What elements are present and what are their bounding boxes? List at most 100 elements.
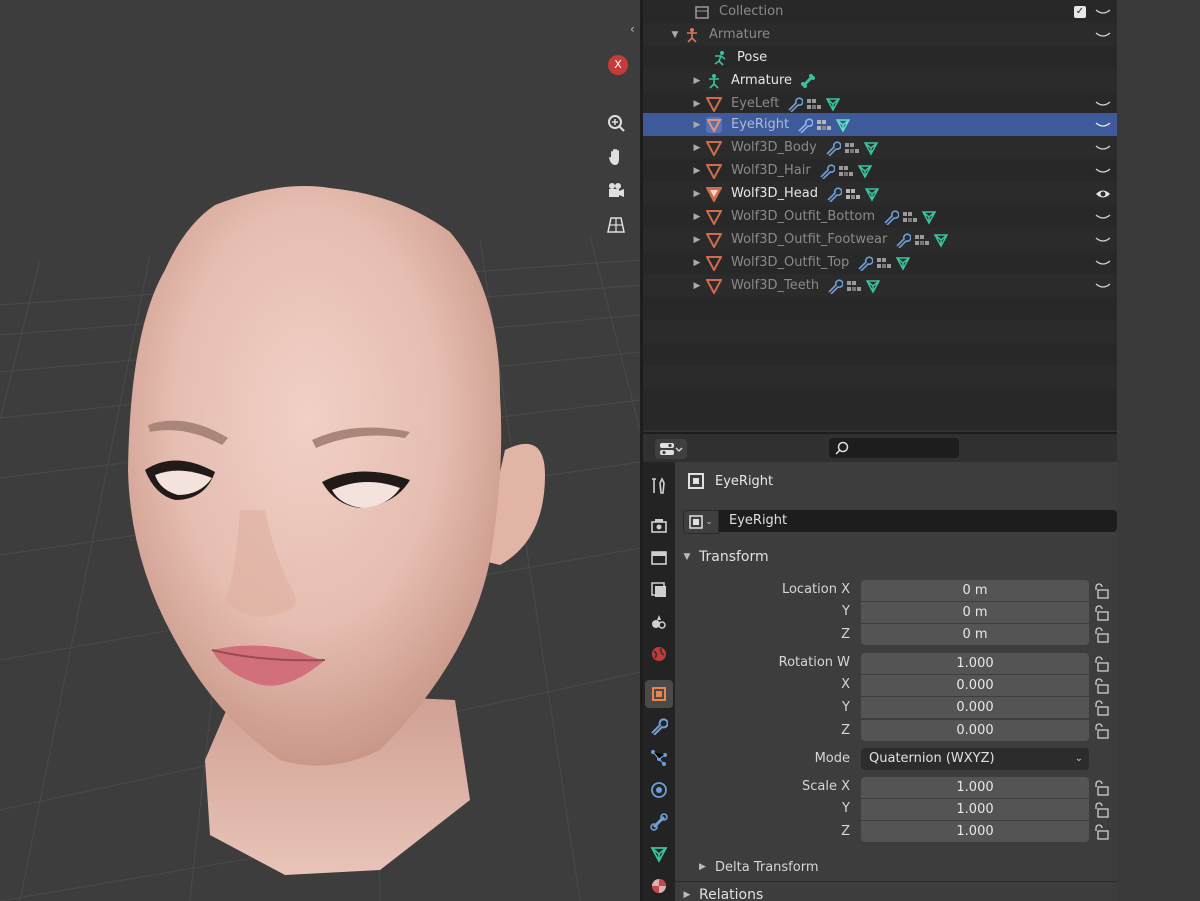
wrench-icon[interactable] [797,117,814,133]
outliner-row-wolf3d-head[interactable]: ▶ Wolf3D_Head [643,182,1117,205]
expand-arrow-icon[interactable]: ▶ [691,76,703,86]
object-type-dropdown[interactable]: ⌄ [683,510,719,534]
object-name-field[interactable]: EyeRight [719,510,1117,532]
visibility-icon[interactable] [1095,210,1111,224]
wrench-icon[interactable] [895,232,912,248]
mesh-data-icon [835,118,851,133]
world-icon[interactable] [645,640,673,668]
properties-tabs [643,462,675,901]
lock-rotation-w-icon[interactable] [1093,656,1109,672]
lock-location-z-icon[interactable] [1093,627,1109,643]
lock-location-x-icon[interactable] [1093,583,1109,599]
expand-arrow-icon[interactable]: ▶ [691,258,703,268]
location-z-field[interactable]: 0 m [861,624,1089,645]
pan-hand-icon[interactable] [603,144,629,170]
outliner-row-wolf3d-teeth[interactable]: ▶ Wolf3D_Teeth [643,274,1117,297]
constraints-icon[interactable] [645,808,673,836]
expand-arrow-icon[interactable]: ▶ [691,189,703,199]
grid-perspective-icon[interactable] [603,212,629,238]
delta-transform-subpanel[interactable]: ▶ Delta Transform [699,856,818,878]
outliner-row-collection[interactable]: Collection ✓ [643,0,1117,23]
collapse-arrow-icon[interactable]: ▼ [669,30,681,40]
visibility-icon[interactable] [1095,233,1111,247]
outliner-row-wolf3d-outfit-top[interactable]: ▶ Wolf3D_Outfit_Top [643,251,1117,274]
gizmo-x-axis[interactable]: X [608,55,628,75]
lock-scale-y-icon[interactable] [1093,802,1109,818]
outliner[interactable]: Collection ✓ ▼ Armature Pose ▶ Armature … [643,0,1117,430]
visibility-icon[interactable] [1095,164,1111,178]
object-icon[interactable] [645,680,673,708]
rotation-z-field[interactable]: 0.000 [861,720,1089,741]
particles-icon[interactable] [645,744,673,772]
expand-arrow-icon[interactable]: ▶ [691,235,703,245]
mesh-icon [703,116,725,134]
wrench-icon[interactable] [819,163,835,179]
rotation-x-field[interactable]: 0.000 [861,675,1089,696]
outliner-row-wolf3d-body[interactable]: ▶ Wolf3D_Body [643,136,1117,159]
scale-x-field[interactable]: 1.000 [861,777,1089,798]
lock-scale-x-icon[interactable] [1093,780,1109,796]
output-icon[interactable] [645,544,673,572]
wrench-icon[interactable] [827,278,844,294]
outliner-row-eyeleft[interactable]: ▶ EyeLeft [643,92,1117,115]
lock-scale-z-icon[interactable] [1093,824,1109,840]
render-icon[interactable] [645,512,673,540]
visibility-icon[interactable] [1095,97,1111,111]
lock-rotation-z-icon[interactable] [1093,723,1109,739]
material-icon[interactable] [645,872,673,900]
lock-location-y-icon[interactable] [1093,605,1109,621]
view-layer-icon[interactable] [645,576,673,604]
wrench-icon[interactable] [825,140,841,156]
lock-rotation-x-icon[interactable] [1093,678,1109,694]
3d-viewport[interactable]: X ‹ [0,0,640,901]
expand-arrow-icon[interactable]: ▶ [691,143,703,153]
expand-arrow-icon[interactable]: ▶ [691,212,703,222]
expand-arrow-icon[interactable]: ▶ [691,99,703,109]
eye-open-icon[interactable] [1095,187,1111,201]
outliner-row-pose[interactable]: Pose [643,46,1117,69]
camera-icon[interactable] [603,178,629,204]
rotation-mode-dropdown[interactable]: Quaternion (WXYZ) ⌄ [861,748,1089,770]
rotation-y-field[interactable]: 0.000 [861,697,1089,718]
rotation-w-field[interactable]: 1.000 [861,653,1089,674]
chevron-left-icon[interactable]: ‹ [630,22,635,36]
visibility-icon[interactable] [1095,5,1111,19]
scale-z-field[interactable]: 1.000 [861,821,1089,842]
visibility-icon[interactable] [1095,28,1111,42]
transform-panel-header[interactable]: ▼ Transform [675,544,1117,570]
collapse-arrow-icon: ▼ [683,552,691,562]
visibility-icon[interactable] [1095,118,1111,132]
visibility-icon[interactable] [1095,141,1111,155]
scale-y-field[interactable]: 1.000 [861,799,1089,820]
visibility-icon[interactable] [1095,256,1111,270]
physics-icon[interactable] [645,776,673,804]
outliner-row-armature[interactable]: ▼ Armature [643,23,1117,46]
outliner-row-wolf3d-hair[interactable]: ▶ Wolf3D_Hair [643,159,1117,182]
wrench-icon[interactable] [857,255,874,271]
location-x-field[interactable]: 0 m [861,580,1089,601]
outliner-row-eyeright[interactable]: ▶ EyeRight [643,113,1117,136]
relations-panel-header[interactable]: ▶ Relations [675,881,1117,901]
exclude-checkbox[interactable]: ✓ [1074,5,1086,18]
wrench-icon[interactable] [883,209,900,225]
search-input[interactable] [829,438,959,458]
lock-rotation-y-icon[interactable] [1093,700,1109,716]
editor-type-dropdown[interactable] [655,439,687,459]
scene-icon[interactable] [645,608,673,636]
zoom-icon[interactable] [603,110,629,136]
location-y-field[interactable]: 0 m [861,602,1089,623]
mesh-data-icon [826,97,841,112]
outliner-row-wolf3d-outfit-bottom[interactable]: ▶ Wolf3D_Outfit_Bottom [643,205,1117,228]
modifier-icon[interactable] [645,712,673,740]
expand-arrow-icon[interactable]: ▶ [691,166,703,176]
expand-arrow-icon[interactable]: ▶ [691,281,703,291]
wrench-icon[interactable] [787,96,804,112]
outliner-row-armature-data[interactable]: ▶ Armature [643,69,1117,92]
outliner-row-wolf3d-outfit-footwear[interactable]: ▶ Wolf3D_Outfit_Footwear [643,228,1117,251]
tool-icon[interactable] [645,472,673,500]
mesh-data-icon [857,164,872,179]
expand-arrow-icon[interactable]: ▶ [691,120,703,130]
wrench-icon[interactable] [826,186,843,202]
data-icon[interactable] [645,840,673,868]
visibility-icon[interactable] [1095,279,1111,293]
